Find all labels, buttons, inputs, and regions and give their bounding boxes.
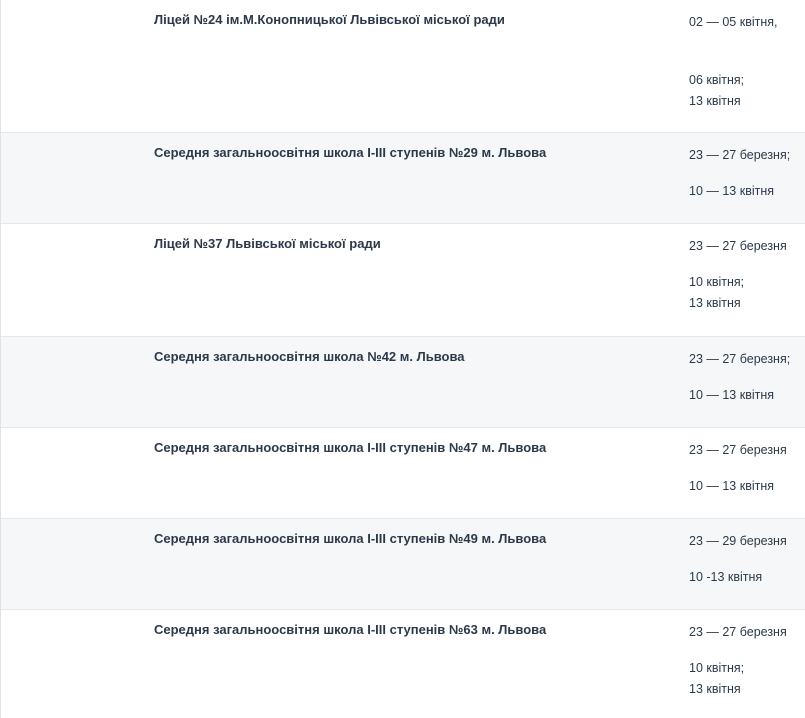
school-name: Середня загальноосвітня школа №42 м. Льв… [154, 349, 465, 364]
date-line: 23 — 27 березня; [689, 352, 791, 366]
school-name: Середня загальноосвітня школа І-ІІІ ступ… [154, 440, 547, 455]
date-line: 13 квітня [689, 682, 741, 696]
table-row: Середня загальноосвітня школа І-ІІІ ступ… [1, 428, 805, 519]
date-line: 10 — 13 квітня [689, 184, 775, 198]
schools-schedule-table: Ліцей №24 ім.М.Конопницької Львівської м… [0, 0, 805, 718]
table-row: Середня загальноосвітня школа І-ІІІ ступ… [1, 519, 805, 610]
date-line: 23 — 27 березня [689, 625, 787, 639]
date-line: 23 — 29 березня [689, 534, 787, 548]
dates-cell: 23 — 27 березня 10 — 13 квітня [689, 440, 804, 497]
date-line: 23 — 27 березня [689, 443, 787, 457]
dates-cell: 23 — 27 березня 10 квітня; 13 квітня [689, 236, 804, 314]
table-row: Середня загальноосвітня школа І-ІІІ ступ… [1, 610, 805, 718]
school-name: Ліцей №24 ім.М.Конопницької Львівської м… [154, 12, 505, 27]
school-name: Ліцей №37 Львівської міської ради [154, 236, 381, 251]
table-row: Ліцей №24 ім.М.Конопницької Львівської м… [1, 0, 805, 133]
dates-cell: 23 — 27 березня; 10 — 13 квітня [689, 145, 804, 202]
date-line: 23 — 27 березня; [689, 148, 791, 162]
date-line: 10 квітня; [689, 275, 745, 289]
date-line: 10 — 13 квітня [689, 388, 775, 402]
date-line: 13 квітня [689, 94, 741, 108]
school-name: Середня загальноосвітня школа І-ІІІ ступ… [154, 531, 547, 546]
date-line: 10 -13 квітня [689, 570, 763, 584]
dates-cell: 23 — 29 березня 10 -13 квітня [689, 531, 804, 588]
dates-cell: 23 — 27 березня; 10 — 13 квітня [689, 349, 804, 406]
dates-cell: 23 — 27 березня 10 квітня; 13 квітня [689, 622, 804, 700]
date-line: 06 квітня; [689, 73, 745, 87]
school-name: Середня загальноосвітня школа І-ІІІ ступ… [154, 145, 547, 160]
date-line: 23 — 27 березня [689, 239, 787, 253]
dates-cell: 02 — 05 квітня, 06 квітня; 13 квітня [689, 12, 804, 112]
date-line: 10 — 13 квітня [689, 479, 775, 493]
school-name: Середня загальноосвітня школа І-ІІІ ступ… [154, 622, 547, 637]
table-row: Середня загальноосвітня школа І-ІІІ ступ… [1, 133, 805, 224]
date-line: 10 квітня; [689, 661, 745, 675]
date-line: 02 — 05 квітня, [689, 15, 778, 29]
table-row: Ліцей №37 Львівської міської ради 23 — 2… [1, 224, 805, 337]
table-row: Середня загальноосвітня школа №42 м. Льв… [1, 337, 805, 428]
date-line: 13 квітня [689, 296, 741, 310]
